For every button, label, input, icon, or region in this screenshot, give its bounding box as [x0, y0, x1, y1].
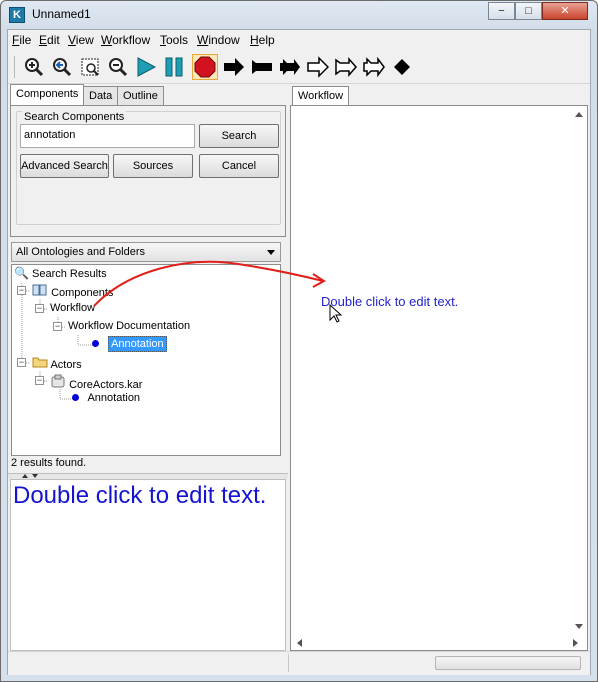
window-title: Unnamed1	[32, 7, 91, 21]
client-area: File Edit View Workflow Tools Window Hel…	[7, 29, 591, 675]
status-bar	[8, 651, 590, 675]
close-button[interactable]: ✕	[542, 2, 588, 20]
drag-arrow-path	[93, 260, 324, 307]
minimize-button[interactable]: −	[488, 2, 515, 20]
drag-arrow-overlay	[93, 260, 326, 307]
maximize-button[interactable]: □	[515, 2, 542, 20]
kepler-app-icon: K	[9, 7, 25, 23]
progress-bar	[435, 656, 581, 670]
title-bar[interactable]: K Unnamed1 − □ ✕	[1, 1, 597, 27]
status-separator	[288, 654, 289, 672]
